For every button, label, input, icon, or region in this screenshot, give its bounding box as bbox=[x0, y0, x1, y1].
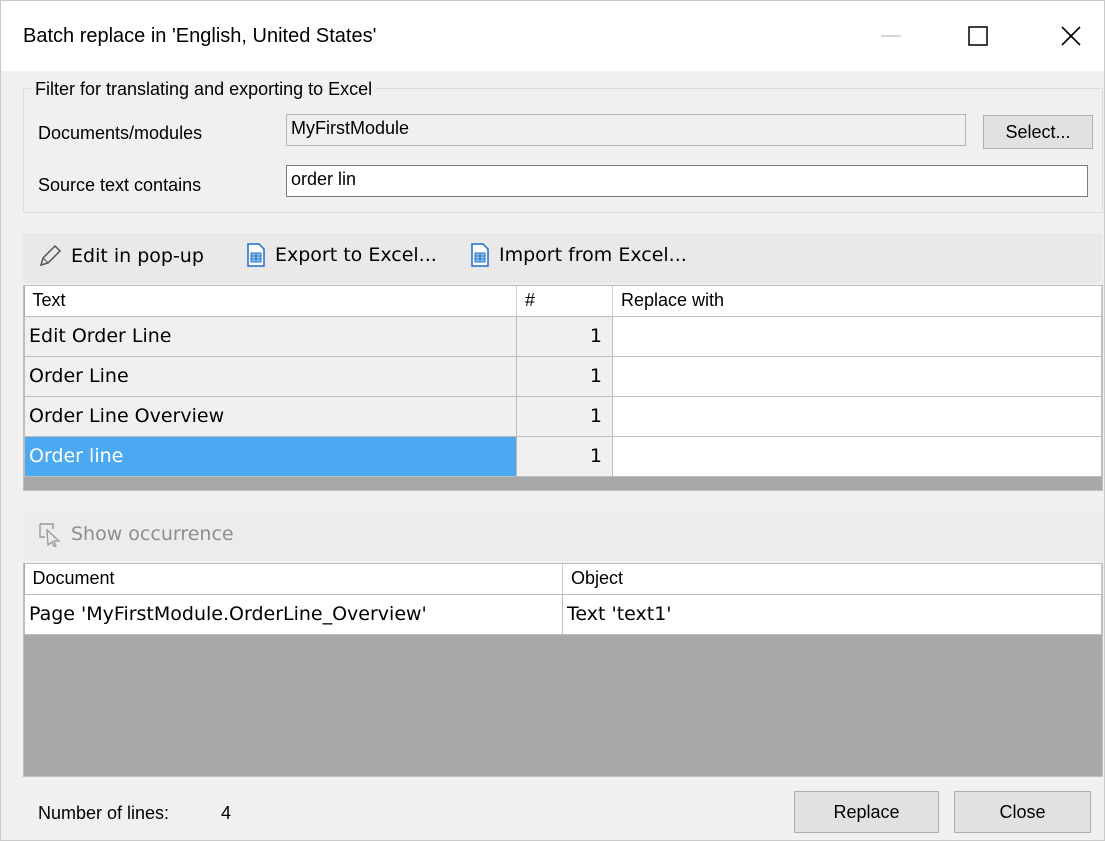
maximize-button[interactable] bbox=[948, 1, 1008, 71]
show-occurrence-button[interactable]: Show occurrence bbox=[37, 521, 234, 547]
column-header-count[interactable]: # bbox=[516, 286, 613, 317]
replace-cell[interactable] bbox=[612, 435, 1102, 477]
select-button[interactable]: Select... bbox=[983, 115, 1093, 149]
maximize-icon bbox=[968, 26, 988, 46]
minimize-icon bbox=[881, 35, 901, 37]
edit-popup-label: Edit in pop-up bbox=[71, 245, 204, 267]
column-header-object[interactable]: Object bbox=[562, 564, 1102, 595]
documents-field[interactable]: MyFirstModule bbox=[286, 114, 966, 146]
excel-sheet-icon bbox=[247, 243, 265, 267]
close-icon bbox=[1061, 26, 1081, 46]
edit-popup-button[interactable]: Edit in pop-up bbox=[37, 243, 204, 269]
source-text-input[interactable]: order lin bbox=[286, 165, 1088, 197]
number-of-lines-label: Number of lines: bbox=[38, 803, 170, 823]
column-header-text[interactable]: Text bbox=[24, 286, 517, 317]
occurrence-toolbar: Show occurrence bbox=[23, 511, 1103, 561]
filter-legend: Filter for translating and exporting to … bbox=[31, 79, 377, 100]
import-excel-button[interactable]: Import from Excel... bbox=[469, 243, 687, 267]
replace-cell[interactable] bbox=[612, 315, 1102, 357]
number-of-lines-value: 4 bbox=[221, 803, 232, 823]
column-header-replace[interactable]: Replace with bbox=[612, 286, 1102, 317]
import-excel-label: Import from Excel... bbox=[499, 244, 687, 266]
text-cell[interactable]: Edit Order Line bbox=[24, 315, 517, 357]
source-text-label: Source text contains bbox=[38, 175, 202, 195]
occurrence-grid: Document Object Page 'MyFirstModule.Orde… bbox=[23, 563, 1103, 777]
document-cell[interactable]: Page 'MyFirstModule.OrderLine_Overview' bbox=[24, 593, 563, 635]
replace-cell[interactable] bbox=[612, 395, 1102, 437]
count-cell: 1 bbox=[516, 395, 613, 437]
count-cell: 1 bbox=[516, 355, 613, 397]
count-cell: 1 bbox=[516, 315, 613, 357]
table-row[interactable]: Edit Order Line 1 bbox=[24, 315, 1102, 357]
text-cell[interactable]: Order Line bbox=[24, 355, 517, 397]
text-cell[interactable]: Order line bbox=[24, 435, 517, 477]
excel-sheet-icon bbox=[471, 243, 489, 267]
replace-button[interactable]: Replace bbox=[794, 791, 939, 833]
title-bar: Batch replace in 'English, United States… bbox=[1, 1, 1104, 71]
replace-cell[interactable] bbox=[612, 355, 1102, 397]
table-row-selected[interactable]: Order line 1 bbox=[24, 435, 1102, 477]
table-row[interactable]: Page 'MyFirstModule.OrderLine_Overview' … bbox=[24, 593, 1102, 635]
column-header-document[interactable]: Document bbox=[24, 564, 563, 595]
texts-toolbar: Edit in pop-up Export to Excel... Import… bbox=[23, 233, 1103, 283]
close-window-button[interactable] bbox=[1041, 1, 1101, 71]
export-excel-button[interactable]: Export to Excel... bbox=[245, 243, 437, 267]
export-excel-label: Export to Excel... bbox=[275, 244, 437, 266]
text-cell[interactable]: Order Line Overview bbox=[24, 395, 517, 437]
show-occurrence-icon bbox=[39, 523, 61, 547]
minimize-button[interactable] bbox=[861, 1, 921, 71]
pencil-icon bbox=[39, 244, 62, 267]
table-row[interactable]: Order Line Overview 1 bbox=[24, 395, 1102, 437]
show-occurrence-label: Show occurrence bbox=[71, 523, 234, 545]
window-title: Batch replace in 'English, United States… bbox=[23, 25, 377, 47]
count-cell: 1 bbox=[516, 435, 613, 477]
batch-replace-dialog: Batch replace in 'English, United States… bbox=[0, 0, 1105, 841]
object-cell[interactable]: Text 'text1' bbox=[562, 593, 1102, 635]
texts-grid: Text # Replace with Edit Order Line 1 Or… bbox=[23, 285, 1103, 491]
close-button[interactable]: Close bbox=[954, 791, 1091, 833]
documents-label: Documents/modules bbox=[38, 123, 203, 143]
table-row[interactable]: Order Line 1 bbox=[24, 355, 1102, 397]
